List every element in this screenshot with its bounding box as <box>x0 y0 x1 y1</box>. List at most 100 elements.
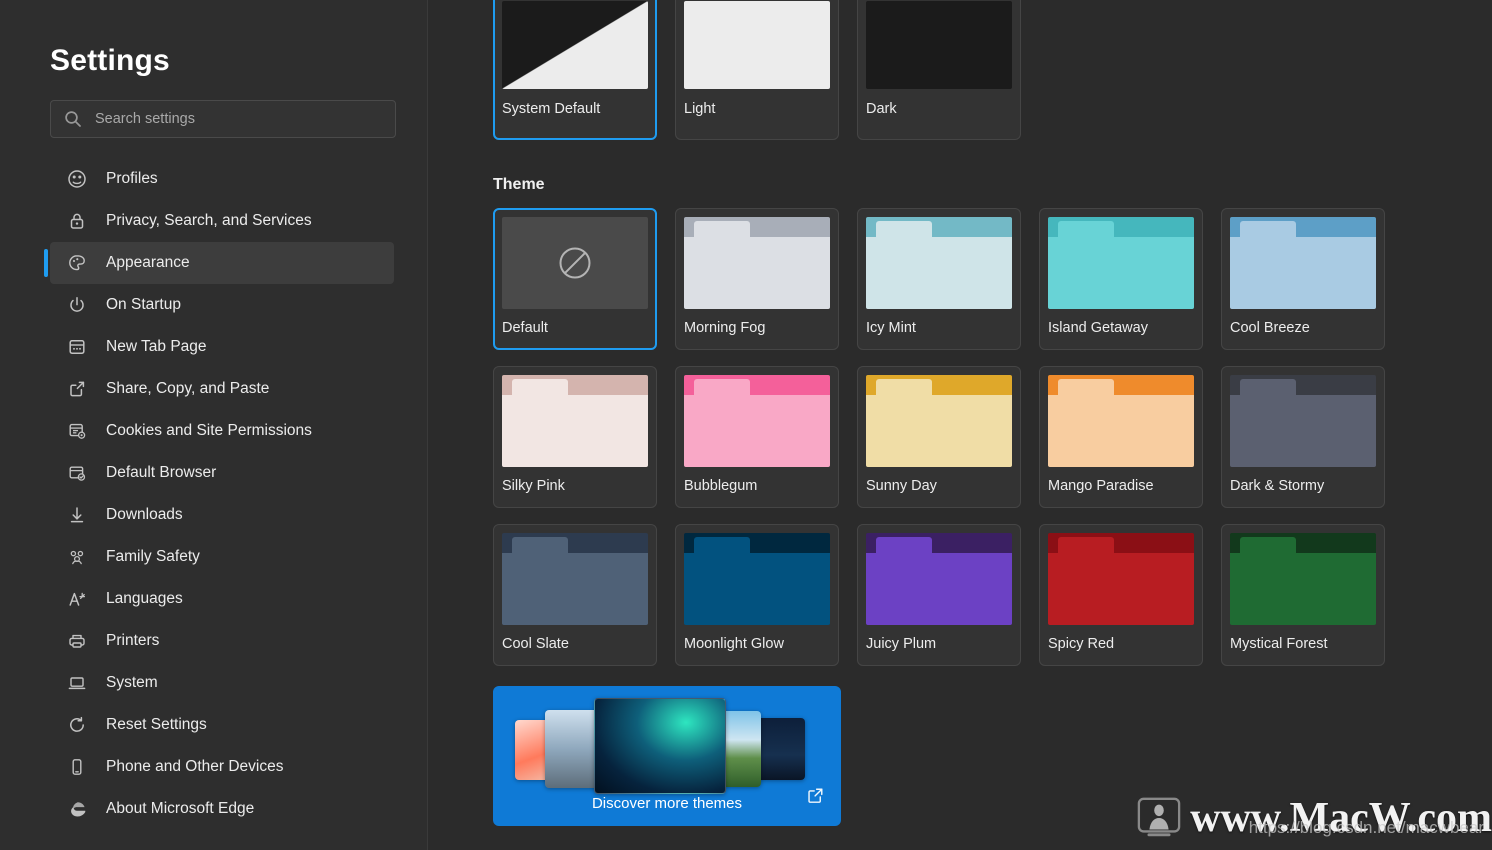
languages-icon <box>66 588 88 610</box>
theme-preview <box>866 217 1012 309</box>
theme-label: Juicy Plum <box>866 636 937 652</box>
sidebar-item-label: Phone and Other Devices <box>106 758 284 775</box>
theme-card-moonlight-glow[interactable]: Moonlight Glow <box>675 524 839 666</box>
theme-preview <box>866 375 1012 467</box>
theme-card-cool-slate[interactable]: Cool Slate <box>493 524 657 666</box>
theme-card-bubblegum[interactable]: Bubblegum <box>675 366 839 508</box>
theme-card-mango-paradise[interactable]: Mango Paradise <box>1039 366 1203 508</box>
theme-label: Bubblegum <box>684 478 758 494</box>
search-settings-box[interactable] <box>50 100 396 138</box>
printer-icon <box>66 630 88 652</box>
theme-preview <box>1230 217 1376 309</box>
profiles-icon <box>66 168 88 190</box>
theme-preview <box>684 533 830 625</box>
theme-label: Icy Mint <box>866 320 916 336</box>
dark-preview <box>866 1 1012 89</box>
theme-label: Island Getaway <box>1048 320 1148 336</box>
theme-card-island-getaway[interactable]: Island Getaway <box>1039 208 1203 350</box>
theme-card-mystical-forest[interactable]: Mystical Forest <box>1221 524 1385 666</box>
sidebar-item-label: Languages <box>106 590 183 607</box>
theme-preview <box>502 217 648 309</box>
appearance-mode-dark[interactable]: Dark <box>857 0 1021 140</box>
theme-card-default[interactable]: Default <box>493 208 657 350</box>
theme-photo-fan <box>493 694 841 794</box>
theme-card-dark-and-stormy[interactable]: Dark & Stormy <box>1221 366 1385 508</box>
sidebar-item-appearance[interactable]: Appearance <box>44 242 394 284</box>
theme-section-title: Theme <box>493 176 545 193</box>
sidebar-item-languages[interactable]: Languages <box>50 578 394 620</box>
appearance-mode-label: Dark <box>866 101 897 117</box>
theme-label: Mystical Forest <box>1230 636 1328 652</box>
sidebar-item-system[interactable]: System <box>50 662 394 704</box>
settings-window: Settings Profiles <box>0 0 1492 850</box>
sidebar-item-family-safety[interactable]: Family Safety <box>50 536 394 578</box>
theme-preview <box>1048 217 1194 309</box>
sidebar-item-on-startup[interactable]: On Startup <box>50 284 394 326</box>
sidebar-item-label: Default Browser <box>106 464 217 481</box>
theme-preview <box>502 533 648 625</box>
theme-card-juicy-plum[interactable]: Juicy Plum <box>857 524 1021 666</box>
theme-card-morning-fog[interactable]: Morning Fog <box>675 208 839 350</box>
theme-preview <box>1230 533 1376 625</box>
theme-label: Mango Paradise <box>1048 478 1154 494</box>
theme-row: Silky Pink Bubblegum Sunny Day Mango Par… <box>493 366 1492 508</box>
theme-label: Default <box>502 320 548 336</box>
sidebar-item-label: Profiles <box>106 170 158 187</box>
sidebar-item-cookies-site-permissions[interactable]: Cookies and Site Permissions <box>50 410 394 452</box>
palette-icon <box>66 252 88 274</box>
share-icon <box>66 378 88 400</box>
theme-preview <box>1048 375 1194 467</box>
theme-label: Spicy Red <box>1048 636 1115 652</box>
theme-label: Silky Pink <box>502 478 565 494</box>
edge-icon <box>66 798 88 820</box>
sidebar-item-phone-and-other-devices[interactable]: Phone and Other Devices <box>50 746 394 788</box>
sidebar-item-privacy-search-services[interactable]: Privacy, Search, and Services <box>50 200 394 242</box>
banner-label: Discover more themes <box>591 795 743 812</box>
theme-preview <box>1230 375 1376 467</box>
theme-label: Moonlight Glow <box>684 636 784 652</box>
theme-row: Cool Slate Moonlight Glow Juicy Plum Spi… <box>493 524 1492 666</box>
search-input[interactable] <box>95 111 383 127</box>
sidebar-item-label: System <box>106 674 158 691</box>
theme-card-silky-pink[interactable]: Silky Pink <box>493 366 657 508</box>
sidebar-item-label: Share, Copy, and Paste <box>106 380 270 397</box>
sidebar-item-label: Family Safety <box>106 548 200 565</box>
theme-card-icy-mint[interactable]: Icy Mint <box>857 208 1021 350</box>
system-default-preview <box>502 1 648 89</box>
family-icon <box>66 546 88 568</box>
theme-card-spicy-red[interactable]: Spicy Red <box>1039 524 1203 666</box>
photo-card <box>594 698 726 794</box>
new-tab-icon <box>66 336 88 358</box>
page-title: Settings <box>50 44 170 77</box>
appearance-mode-label: System Default <box>502 101 601 117</box>
sidebar-item-label: New Tab Page <box>106 338 207 355</box>
overall-appearance-row: System Default Light Dark <box>493 0 1492 140</box>
sidebar-item-default-browser[interactable]: Default Browser <box>50 452 394 494</box>
theme-label: Cool Slate <box>502 636 569 652</box>
cookies-icon <box>66 420 88 442</box>
theme-label: Dark & Stormy <box>1230 478 1325 494</box>
theme-row: Default Morning Fog Icy Mint Island Geta… <box>493 208 1492 350</box>
default-browser-icon <box>66 462 88 484</box>
sidebar-item-reset-settings[interactable]: Reset Settings <box>50 704 394 746</box>
sidebar-item-printers[interactable]: Printers <box>50 620 394 662</box>
sidebar-nav: Profiles Privacy, Search, and Services A… <box>0 158 427 830</box>
sidebar-item-new-tab-page[interactable]: New Tab Page <box>50 326 394 368</box>
discover-more-themes-banner[interactable]: Discover more themes <box>493 686 841 826</box>
sidebar-item-label: Downloads <box>106 506 183 523</box>
search-icon <box>65 111 81 127</box>
appearance-mode-light[interactable]: Light <box>675 0 839 140</box>
appearance-mode-system-default[interactable]: System Default <box>493 0 657 140</box>
theme-label: Sunny Day <box>866 478 937 494</box>
lock-icon <box>66 210 88 232</box>
no-theme-icon <box>502 217 648 309</box>
light-preview <box>684 1 830 89</box>
sidebar-item-downloads[interactable]: Downloads <box>50 494 394 536</box>
theme-card-cool-breeze[interactable]: Cool Breeze <box>1221 208 1385 350</box>
theme-preview <box>684 375 830 467</box>
sidebar-item-profiles[interactable]: Profiles <box>50 158 394 200</box>
sidebar-item-share-copy-paste[interactable]: Share, Copy, and Paste <box>50 368 394 410</box>
theme-label: Morning Fog <box>684 320 766 336</box>
sidebar-item-about-microsoft-edge[interactable]: About Microsoft Edge <box>50 788 394 830</box>
theme-card-sunny-day[interactable]: Sunny Day <box>857 366 1021 508</box>
